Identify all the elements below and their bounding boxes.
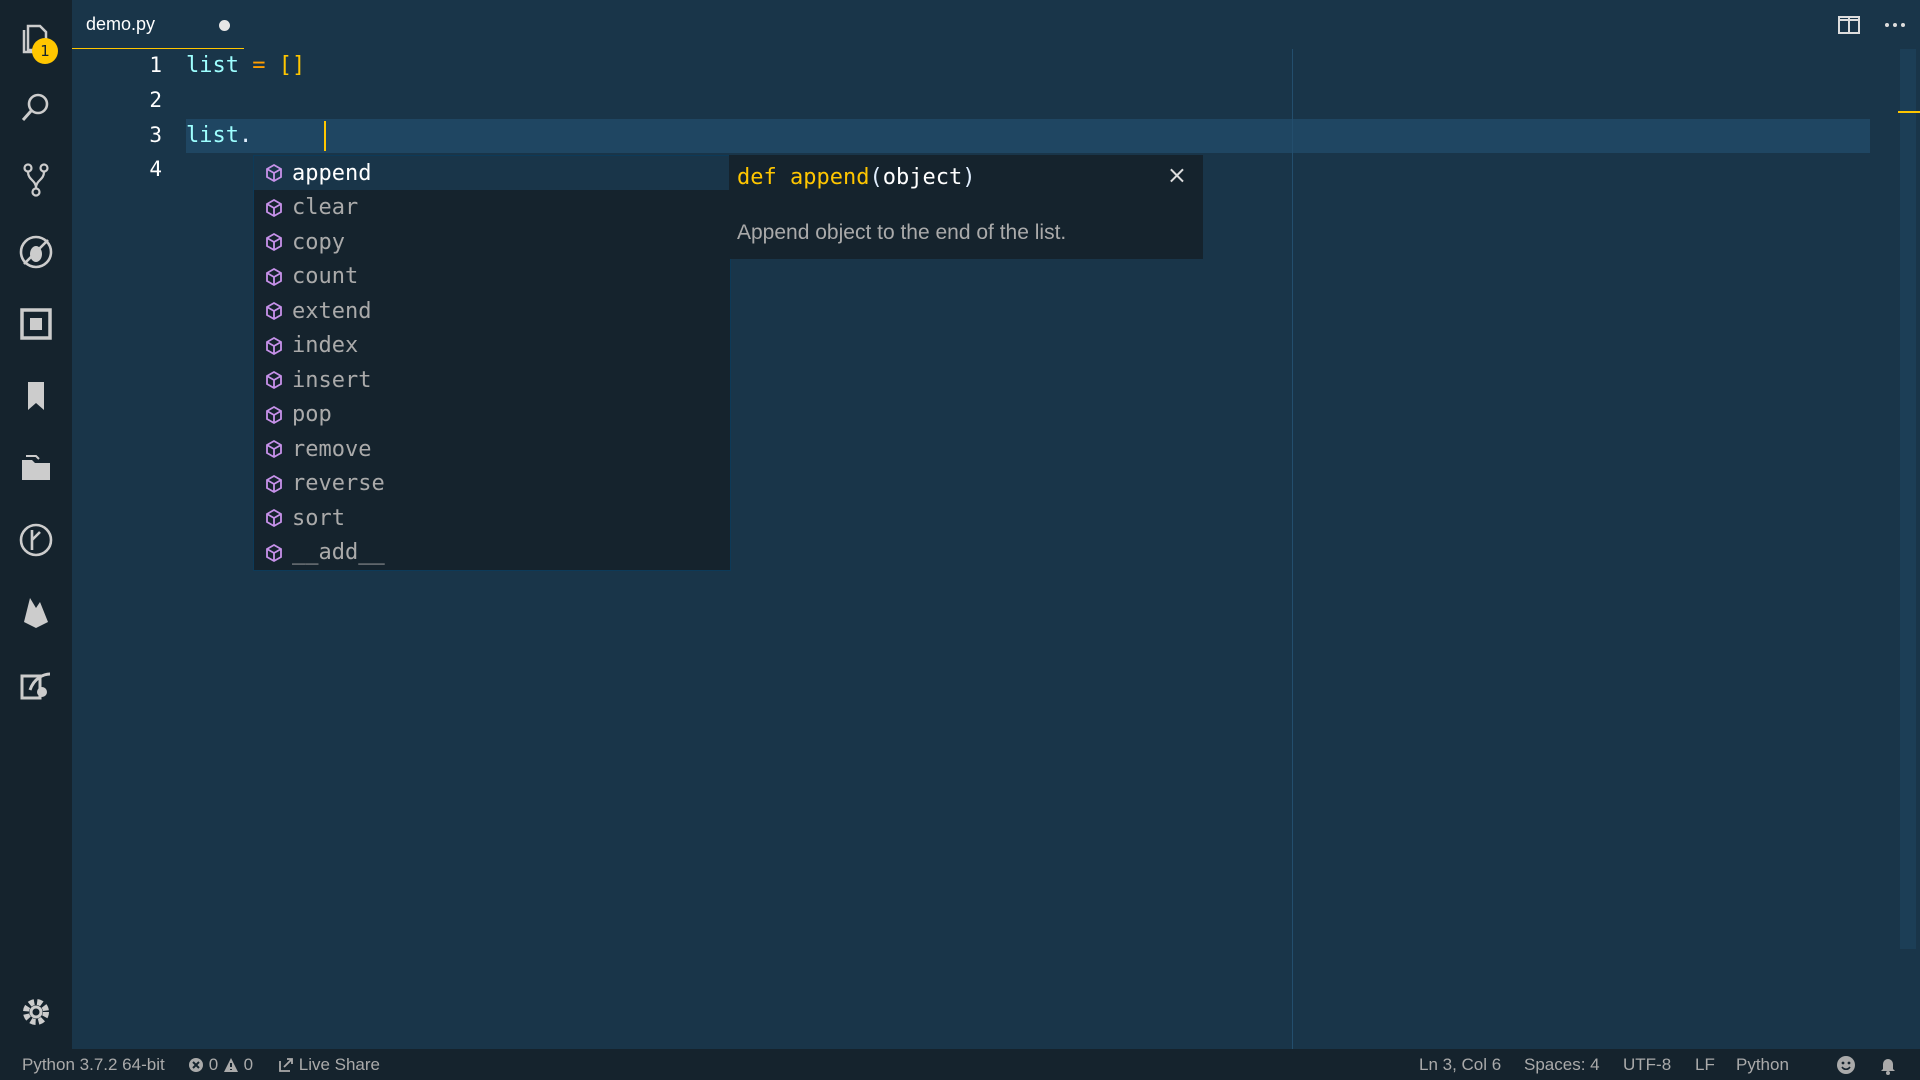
line-number: 3 (149, 123, 162, 147)
indentation[interactable]: Spaces: 4 (1524, 1055, 1600, 1075)
method-icon (266, 474, 282, 493)
code-variable: list (186, 123, 239, 148)
function-signature: def append(object) (737, 165, 975, 190)
error-count: 0 (208, 1055, 219, 1074)
suggest-label: reverse (292, 471, 385, 496)
status-bar: Python 3.7.2 64-bit 0 0 Live Share Ln 3,… (0, 1049, 1920, 1080)
line-ending[interactable]: LF (1695, 1055, 1715, 1075)
suggest-widget: append clear copy count extend index ins… (253, 155, 731, 571)
language-mode[interactable]: Python (1736, 1055, 1789, 1075)
live-share-icon (279, 1058, 293, 1072)
current-line-highlight (186, 119, 1870, 153)
live-share-button[interactable]: Live Share (278, 1055, 380, 1075)
code-variable: list (186, 53, 239, 78)
unsaved-dot-icon[interactable] (219, 20, 230, 31)
line-number: 2 (149, 88, 162, 112)
method-icon (266, 163, 282, 183)
line-number: 4 (149, 157, 162, 181)
signature-paren: ( (869, 165, 883, 190)
firebase-icon[interactable] (12, 588, 60, 636)
method-icon (266, 301, 282, 321)
error-icon (189, 1058, 203, 1072)
feedback-smiley-icon[interactable] (1836, 1055, 1856, 1077)
extensions-icon[interactable] (12, 300, 60, 348)
signature-function: append (789, 165, 870, 190)
method-icon (266, 370, 282, 390)
debug-icon[interactable] (12, 228, 60, 276)
activity-bar: 1 (0, 0, 72, 1049)
method-icon (266, 543, 282, 562)
folder-icon[interactable] (12, 444, 60, 492)
method-icon (266, 198, 282, 217)
source-control-icon[interactable] (12, 156, 60, 204)
suggest-item[interactable]: __add__ (254, 536, 730, 570)
interpreter-selector[interactable]: Python 3.7.2 64-bit (22, 1055, 165, 1075)
suggest-label: clear (292, 195, 359, 220)
git-history-icon[interactable] (12, 516, 60, 564)
suggest-item[interactable]: insert (254, 363, 730, 397)
suggest-item[interactable]: append (254, 156, 730, 190)
scrollbar-cursor-marker (1898, 111, 1920, 113)
split-editor-icon[interactable] (1836, 12, 1862, 38)
suggest-label: insert (292, 367, 372, 393)
gear-icon[interactable] (12, 988, 60, 1036)
close-icon[interactable]: × (1167, 161, 1187, 189)
suggest-label: sort (292, 505, 345, 531)
doc-text: Append object to the end of the list. (737, 221, 1067, 244)
suggest-item[interactable]: reverse (254, 467, 730, 501)
suggest-label: count (292, 264, 359, 289)
problems-indicator[interactable]: 0 0 (188, 1055, 253, 1075)
suggest-item[interactable]: pop (254, 398, 730, 432)
code-line-3: list. (186, 123, 252, 148)
suggest-item[interactable]: count (254, 260, 730, 294)
more-actions-icon[interactable] (1882, 12, 1908, 38)
editor-actions (1836, 12, 1908, 38)
text-cursor (324, 121, 326, 151)
signature-paren: ) (962, 165, 976, 190)
suggest-label: index (292, 333, 359, 358)
code-dot: . (238, 123, 253, 148)
method-icon (266, 508, 282, 528)
suggest-label: append (292, 160, 372, 186)
warning-icon (223, 1058, 238, 1072)
bookmark-icon[interactable] (12, 372, 60, 420)
tab-demo-py[interactable]: demo.py (72, 0, 244, 50)
scrollbar[interactable] (1900, 49, 1916, 949)
method-icon (266, 405, 282, 424)
code-brackets: [] (278, 53, 306, 78)
suggest-label: remove (292, 436, 372, 462)
suggest-details: def append(object) Append object to the … (729, 155, 1203, 259)
suggest-label: __add__ (292, 540, 385, 565)
suggest-item[interactable]: sort (254, 501, 730, 535)
signature-param: object (882, 165, 963, 190)
method-icon (266, 267, 282, 286)
suggest-item[interactable]: copy (254, 225, 730, 259)
suggest-label: extend (292, 298, 372, 324)
line-number: 1 (149, 53, 162, 77)
explorer-badge: 1 (32, 38, 58, 64)
suggest-item[interactable]: clear (254, 191, 730, 225)
code-line-1: list = [] (186, 53, 305, 78)
suggest-item[interactable]: index (254, 329, 730, 363)
live-share-label: Live Share (298, 1055, 381, 1074)
cursor-position[interactable]: Ln 3, Col 6 (1419, 1055, 1501, 1075)
tab-label: demo.py (86, 13, 156, 34)
encoding[interactable]: UTF-8 (1623, 1055, 1671, 1075)
suggest-label: pop (292, 402, 332, 427)
method-icon (266, 439, 282, 459)
suggest-item[interactable]: remove (254, 432, 730, 466)
code-operator: = (238, 53, 279, 78)
remote-explorer-icon[interactable] (12, 660, 60, 708)
warning-count: 0 (243, 1055, 254, 1074)
ruler (1292, 49, 1293, 1049)
bell-icon[interactable] (1878, 1055, 1898, 1077)
method-icon (266, 232, 282, 252)
search-icon[interactable] (12, 84, 60, 132)
method-icon (266, 336, 282, 355)
signature-keyword: def (737, 165, 790, 190)
suggest-label: copy (292, 229, 345, 255)
tab-bar: demo.py (72, 0, 1920, 50)
suggest-item[interactable]: extend (254, 294, 730, 328)
